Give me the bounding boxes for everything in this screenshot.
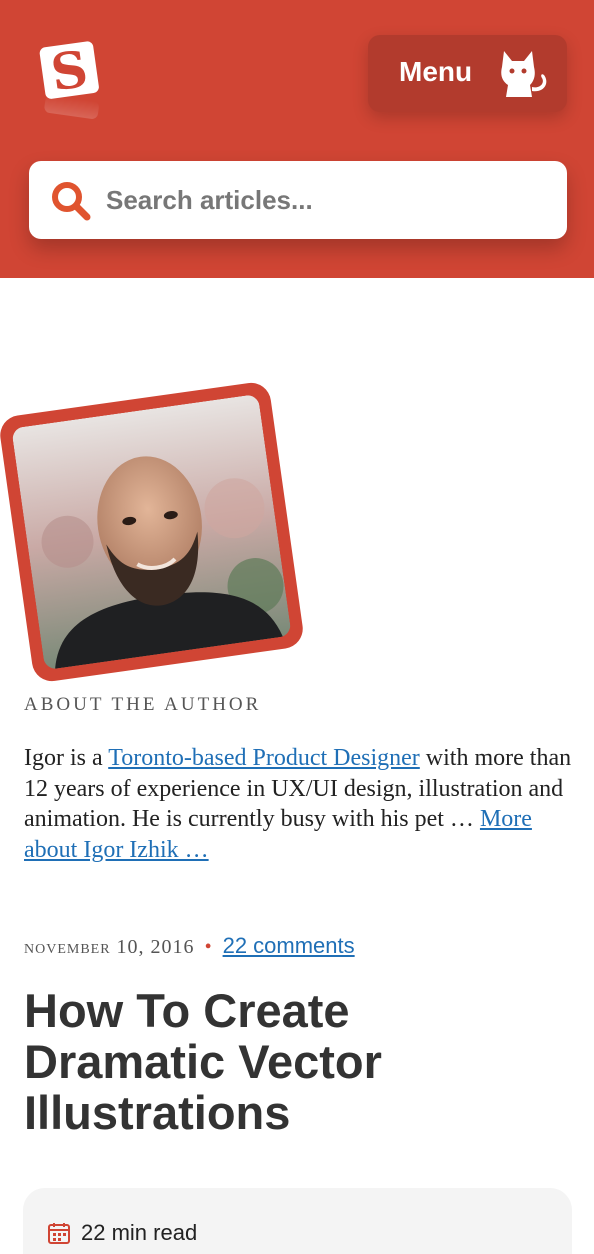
cat-mascot-icon — [496, 47, 554, 103]
article-date: November 10, 2016 — [24, 936, 195, 958]
menu-label: Menu — [399, 56, 473, 87]
author-photo[interactable] — [11, 393, 292, 671]
bio-prefix: Igor is a — [24, 745, 109, 771]
read-time: 22 min read — [47, 1220, 197, 1246]
search-icon — [49, 179, 93, 223]
menu-button[interactable]: Menu — [368, 35, 567, 112]
search-input[interactable] — [106, 179, 546, 221]
smashing-logo-icon[interactable]: S — [34, 38, 106, 138]
article-meta: November 10, 2016 • 22 comments — [24, 933, 355, 959]
read-time-card: 22 min read — [23, 1188, 572, 1254]
read-time-label: 22 min read — [81, 1220, 198, 1245]
author-bio: Igor is a Toronto-based Product Designer… — [24, 743, 580, 865]
about-author-label: ABOUT THE AUTHOR — [24, 694, 262, 715]
calendar-icon — [47, 1221, 71, 1245]
article-title: How To Create Dramatic Vector Illustrati… — [24, 984, 382, 1139]
site-header: S Menu — [0, 0, 594, 278]
search-bar[interactable] — [29, 161, 567, 239]
author-location-link[interactable]: Toronto-based Product Designer — [108, 745, 420, 771]
comments-link[interactable]: 22 comments — [223, 933, 355, 958]
meta-separator: • — [204, 936, 213, 958]
author-photo-frame[interactable] — [0, 380, 306, 684]
